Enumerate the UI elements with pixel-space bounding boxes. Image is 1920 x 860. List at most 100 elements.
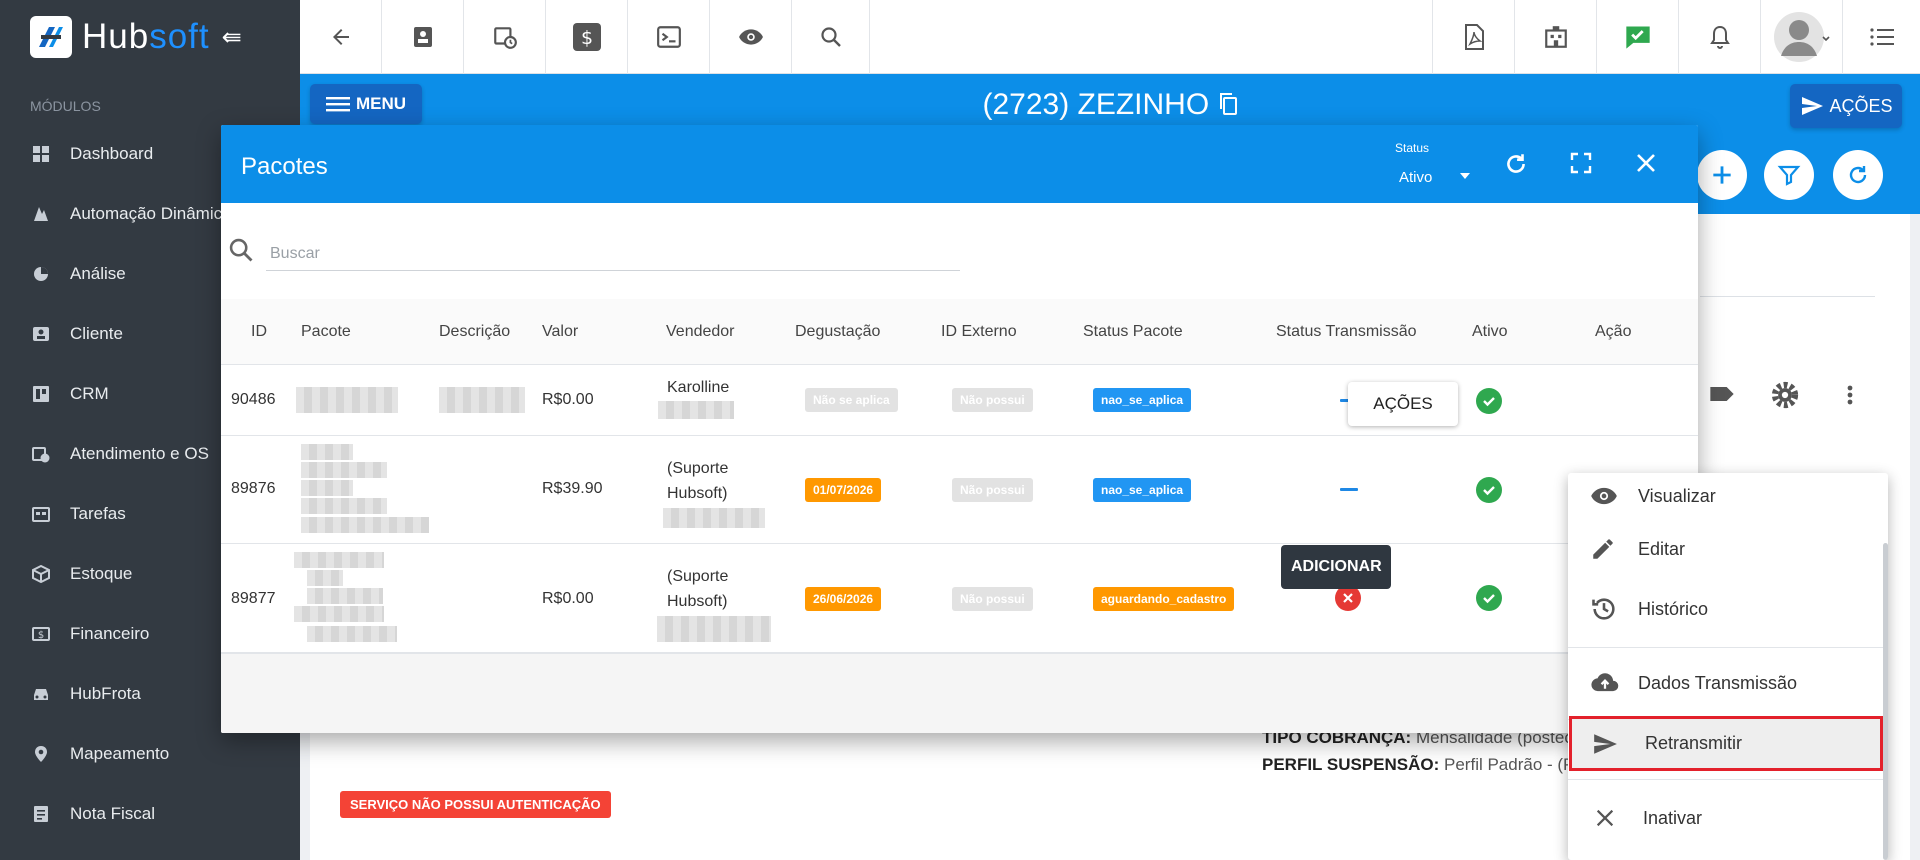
- refresh-icon[interactable]: [1503, 151, 1529, 177]
- status-filter-label: Status: [1395, 141, 1430, 155]
- tasks-icon: [32, 507, 50, 522]
- cloud-upload-icon: [1590, 670, 1620, 696]
- refresh-icon: [1849, 166, 1867, 184]
- fullscreen-icon[interactable]: [1569, 151, 1593, 175]
- list-menu-button[interactable]: [1842, 0, 1920, 74]
- collapse-sidebar-icon[interactable]: ⇚: [222, 23, 242, 52]
- column-header[interactable]: Ação: [1595, 323, 1631, 341]
- add-pacote-button[interactable]: ADICIONAR: [1281, 545, 1391, 589]
- column-header[interactable]: ID Externo: [941, 323, 1017, 341]
- schedule-button[interactable]: [464, 0, 546, 74]
- sidebar-item-label: Cliente: [70, 324, 123, 343]
- menu-divider: [1568, 647, 1888, 648]
- terminal-button[interactable]: [628, 0, 710, 74]
- table-header: ID Pacote Descrição Valor Vendedor Degus…: [221, 299, 1698, 365]
- client-title-text: (2723) ZEZINHO: [982, 88, 1210, 121]
- dropdown-scrollbar[interactable]: [1883, 543, 1888, 860]
- column-header[interactable]: Ativo: [1472, 323, 1508, 341]
- list-icon: [1869, 28, 1894, 46]
- status-filter-select[interactable]: Ativo: [1399, 169, 1432, 186]
- user-menu-button[interactable]: [1760, 0, 1842, 74]
- search-button[interactable]: [792, 0, 870, 74]
- column-header[interactable]: Status Transmissão: [1276, 323, 1417, 341]
- redacted-pacote: [301, 444, 353, 460]
- redacted-pacote: [301, 517, 429, 533]
- sidebar-item-label: Dashboard: [70, 144, 154, 163]
- eye-icon: [738, 29, 763, 45]
- check-chat-icon: [1625, 26, 1650, 49]
- dashboard-icon: [33, 146, 49, 162]
- filter-button[interactable]: [1764, 150, 1814, 200]
- column-header[interactable]: Descrição: [439, 323, 510, 341]
- degustacao-badge: Não se aplica: [805, 388, 898, 412]
- menu-item-inativar[interactable]: Inativar: [1568, 783, 1888, 853]
- arrow-left-icon: [332, 29, 349, 45]
- cell-valor: R$0.00: [542, 391, 594, 408]
- building-button[interactable]: [1514, 0, 1596, 74]
- pdf-button[interactable]: [1432, 0, 1514, 74]
- close-icon[interactable]: [1634, 151, 1658, 175]
- crm-board-icon: [33, 386, 49, 402]
- column-header[interactable]: Pacote: [301, 323, 351, 341]
- sidebar-item-label: Financeiro: [70, 624, 150, 643]
- redacted-pacote: [301, 498, 387, 514]
- sidebar-item-label: Tarefas: [70, 504, 126, 523]
- notifications-button[interactable]: [1678, 0, 1760, 74]
- sidebar-item-label: Nota Fiscal: [70, 804, 156, 823]
- search-input[interactable]: [266, 237, 960, 271]
- avatar: [1773, 12, 1830, 62]
- copy-icon[interactable]: [1218, 92, 1238, 116]
- sidebar-item-nota-fiscal[interactable]: Nota Fiscal: [0, 784, 300, 844]
- redacted-vendedor: [663, 508, 765, 528]
- gear-icon[interactable]: [1770, 380, 1800, 410]
- contact-card-icon: [413, 27, 432, 47]
- sidebar-item-label: Mapeamento: [70, 744, 170, 763]
- cell-vendedor: Karolline: [667, 379, 730, 396]
- column-header[interactable]: Valor: [542, 323, 578, 341]
- back-button[interactable]: [300, 0, 382, 74]
- redacted-pacote: [307, 570, 343, 586]
- column-header[interactable]: ID: [251, 323, 267, 341]
- menu-item-dados-transmissao[interactable]: Dados Transmissão: [1568, 653, 1888, 713]
- table-row: 89876 R$39.90 (Suporte Hubsoft) 01/07/20…: [221, 436, 1698, 544]
- finance-button[interactable]: $: [546, 0, 628, 74]
- more-vert-icon[interactable]: [1838, 380, 1862, 410]
- eye-icon: [1590, 482, 1618, 510]
- sidebar-item-label: Atendimento e OS: [70, 444, 209, 463]
- terminal-icon: [656, 26, 681, 48]
- view-button[interactable]: [710, 0, 792, 74]
- cell-valor: R$0.00: [542, 590, 594, 607]
- brand-logo[interactable]: Hubsoft ⇚: [0, 0, 300, 74]
- transmission-none-indicator: [1340, 488, 1358, 491]
- modal-footer: [221, 653, 1698, 733]
- close-icon: [1594, 807, 1616, 829]
- sidebar-item-label: Automação Dinâmica: [70, 204, 232, 223]
- svg-text:$: $: [38, 630, 44, 641]
- column-header[interactable]: Vendedor: [666, 323, 735, 341]
- redacted-pacote: [294, 552, 384, 568]
- perfil-suspensao-label: PERFIL SUSPENSÃO:: [1262, 755, 1440, 774]
- column-header[interactable]: Status Pacote: [1083, 323, 1183, 341]
- tag-icon[interactable]: [1708, 380, 1736, 408]
- client-card-icon: [33, 327, 49, 341]
- tasks-check-button[interactable]: [1596, 0, 1678, 74]
- redacted-pacote: [307, 588, 383, 604]
- column-header[interactable]: Degustação: [795, 323, 880, 341]
- status-pacote-badge: nao_se_aplica: [1093, 388, 1192, 412]
- client-card-button[interactable]: [382, 0, 464, 74]
- map-pin-icon: [35, 746, 47, 762]
- chevron-down-icon[interactable]: [1460, 173, 1470, 179]
- sidebar-item-mapeamento[interactable]: Mapeamento: [0, 724, 300, 784]
- redacted-pacote: [296, 387, 398, 413]
- refresh-services-button[interactable]: [1833, 150, 1883, 200]
- degustacao-badge: 26/06/2026: [805, 587, 882, 611]
- menu-item-label: Retransmitir: [1645, 733, 1743, 753]
- header-actions-button[interactable]: AÇÕES: [1790, 84, 1902, 128]
- menu-item-historico[interactable]: Histórico: [1568, 579, 1888, 639]
- menu-item-retransmitir[interactable]: Retransmitir: [1569, 716, 1883, 771]
- menu-divider: [1568, 779, 1888, 780]
- add-service-button[interactable]: [1697, 150, 1747, 200]
- menu-item-editar[interactable]: Editar: [1568, 519, 1888, 579]
- menu-item-visualizar[interactable]: Visualizar: [1568, 473, 1888, 519]
- row-actions-button[interactable]: AÇÕES: [1348, 382, 1458, 426]
